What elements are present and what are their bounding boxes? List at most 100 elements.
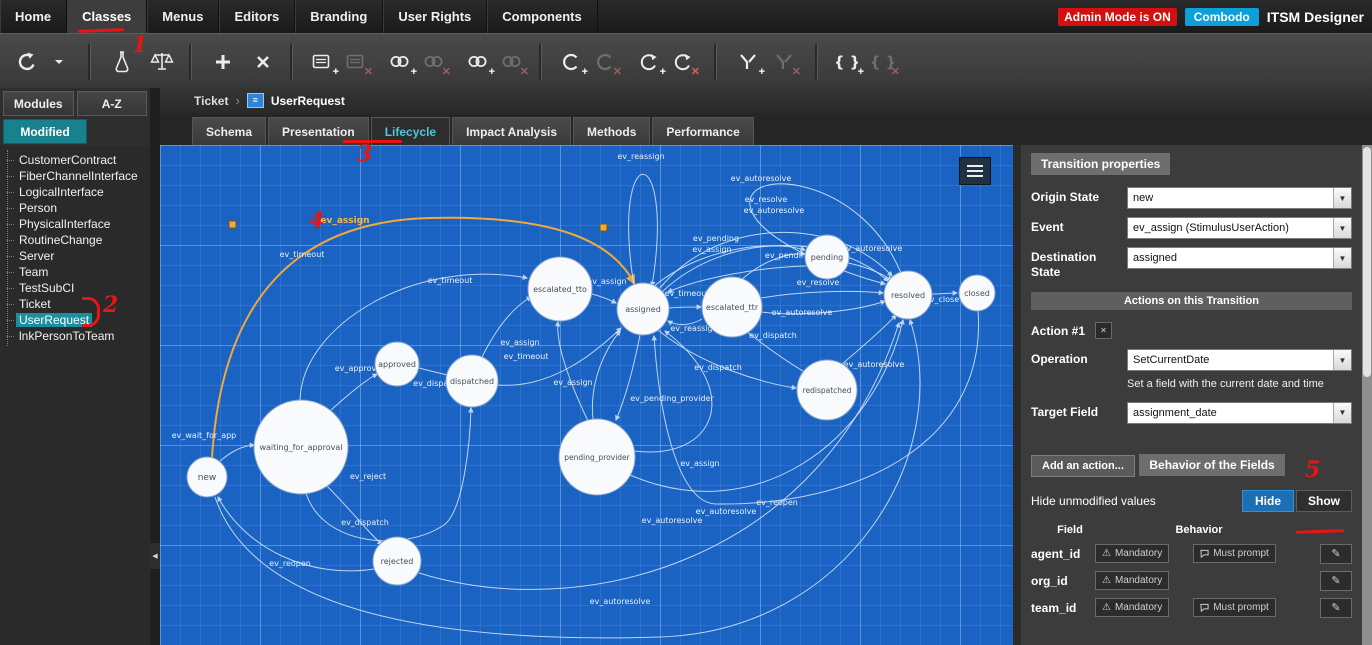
vertical-scrollbar[interactable]	[1362, 145, 1372, 645]
destination-state-select[interactable]: assigned▼	[1127, 247, 1352, 269]
nav-item-home[interactable]: Home	[0, 0, 67, 33]
state-escalated_ttr[interactable]: escalated_ttr	[702, 277, 762, 337]
svg-text:approved: approved	[378, 360, 416, 369]
undo-options-icon[interactable]	[44, 43, 74, 81]
state-escalated_tto[interactable]: escalated_tto	[528, 257, 592, 321]
edit-field-button[interactable]: ✎	[1320, 571, 1352, 591]
sidebar-item-ticket[interactable]: Ticket	[0, 296, 150, 312]
edge-handle[interactable]	[600, 224, 607, 231]
tab-methods[interactable]: Methods	[573, 117, 650, 145]
scrollbar-thumb[interactable]	[1363, 147, 1371, 377]
add-filter-icon[interactable]: +	[733, 43, 763, 81]
transition-edge-ev_approve[interactable]	[330, 374, 377, 411]
state-pending[interactable]: pending	[805, 235, 849, 279]
edit-field-button[interactable]: ✎	[1320, 544, 1352, 564]
diagram-menu-button[interactable]	[959, 157, 991, 185]
transition-edge-ev_assign[interactable]	[634, 331, 712, 452]
edit-field-button[interactable]: ✎	[1320, 598, 1352, 618]
brand-badge[interactable]: Combodo	[1185, 8, 1259, 26]
sidebar-item-routinechange[interactable]: RoutineChange	[0, 232, 150, 248]
hide-button[interactable]: Hide	[1242, 490, 1294, 512]
sidebar-tab-az[interactable]: A-Z	[77, 91, 148, 116]
sidebar-item-fiberchannelinterface[interactable]: FiberChannelInterface	[0, 168, 150, 184]
transition-edge-ev_resolve[interactable]	[761, 291, 883, 298]
sidebar-item-logicalinterface[interactable]: LogicalInterface	[0, 184, 150, 200]
tab-performance[interactable]: Performance	[652, 117, 753, 145]
badge-must-prompt[interactable]: Must prompt	[1193, 598, 1276, 617]
badge-mandatory[interactable]: ⚠Mandatory	[1095, 598, 1169, 617]
event-select[interactable]: ev_assign (StimulusUserAction)▼	[1127, 217, 1352, 239]
actions-on-transition-bar: Actions on this Transition	[1031, 292, 1352, 310]
sidebar-item-physicalinterface[interactable]: PhysicalInterface	[0, 216, 150, 232]
transition-edge-ev_assign[interactable]	[592, 294, 616, 303]
state-new[interactable]: new	[187, 457, 227, 497]
add-external-key-icon[interactable]: +	[463, 43, 493, 81]
lifecycle-canvas[interactable]: ev_assignev_wait_for_appev_timeoutev_app…	[160, 145, 1013, 645]
state-closed[interactable]: closed	[959, 275, 995, 311]
nav-item-menus[interactable]: Menus	[147, 0, 219, 33]
state-approved[interactable]: approved	[375, 342, 419, 386]
add-class-icon[interactable]	[208, 43, 238, 81]
origin-state-select[interactable]: new▼	[1127, 187, 1352, 209]
sidebar-item-lnkpersontoteam[interactable]: lnkPersonToTeam	[0, 328, 150, 344]
transition-edge-ev_reject[interactable]	[326, 485, 382, 544]
target-field-select[interactable]: assignment_date ▼	[1127, 402, 1352, 424]
badge-mandatory[interactable]: ⚠Mandatory	[1095, 571, 1169, 590]
undo-icon[interactable]	[12, 43, 42, 81]
transition-edge-ev_autoresolve[interactable]	[842, 315, 896, 364]
nav-item-editors[interactable]: Editors	[219, 0, 295, 33]
nav-item-branding[interactable]: Branding	[295, 0, 383, 33]
transition-edge-ev_timeout[interactable]	[669, 307, 701, 308]
operation-select[interactable]: SetCurrentDate ▼	[1127, 349, 1352, 371]
state-resolved[interactable]: resolved	[884, 271, 932, 319]
badge-mandatory[interactable]: ⚠Mandatory	[1095, 544, 1169, 563]
tab-impact-analysis[interactable]: Impact Analysis	[452, 117, 571, 145]
svg-text:{ }: { }	[836, 53, 858, 71]
transition-edge-ev_pending_provider[interactable]	[616, 335, 640, 420]
nav-item-components[interactable]: Components	[487, 0, 597, 33]
nav-item-user-rights[interactable]: User Rights	[383, 0, 487, 33]
target-field-label: Target Field	[1031, 402, 1127, 420]
add-transition-icon[interactable]: +	[634, 43, 664, 81]
sidebar-item-team[interactable]: Team	[0, 264, 150, 280]
delete-transition-icon[interactable]: ✕	[668, 43, 698, 81]
add-relation-icon[interactable]: +	[385, 43, 415, 81]
state-dispatched[interactable]: dispatched	[446, 355, 498, 407]
transition-edge-ev_wait_for_app[interactable]	[220, 445, 254, 461]
breadcrumb-item[interactable]: UserRequest	[271, 94, 345, 108]
compare-icon[interactable]	[147, 43, 177, 81]
add-action-button[interactable]: Add an action...	[1031, 455, 1135, 477]
sidebar-item-customercontract[interactable]: CustomerContract	[0, 152, 150, 168]
state-rejected[interactable]: rejected	[373, 537, 421, 585]
add-field-icon[interactable]: +	[307, 43, 337, 81]
sidebar-tab-modules[interactable]: Modules	[3, 91, 74, 116]
x-badge-icon: ✕	[613, 67, 622, 78]
sidebar-item-server[interactable]: Server	[0, 248, 150, 264]
badge-must-prompt[interactable]: Must prompt	[1193, 544, 1276, 563]
prop-row-destination-state: Destination Stateassigned▼	[1031, 247, 1352, 280]
sidebar-item-person[interactable]: Person	[0, 200, 150, 216]
sidebar-item-userrequest[interactable]: UserRequest	[0, 312, 150, 328]
edge-label: ev_assign	[587, 277, 626, 286]
state-waiting_for_approval[interactable]: waiting_for_approval	[254, 400, 348, 494]
delete-class-icon[interactable]	[248, 43, 278, 81]
add-method-icon[interactable]: { }+	[832, 43, 862, 81]
warning-icon: ⚠	[1102, 549, 1111, 559]
transition-edge-ev_reassign[interactable]	[629, 174, 658, 286]
collapse-sidebar-button[interactable]: ◀	[150, 543, 160, 569]
edge-handle[interactable]	[229, 221, 236, 228]
state-redispatched[interactable]: redispatched	[797, 360, 857, 420]
transition-edge-ev_timeout[interactable]	[482, 297, 531, 357]
sidebar-item-testsubci[interactable]: TestSubCI	[0, 280, 150, 296]
add-state-icon[interactable]: +	[556, 43, 586, 81]
state-assigned[interactable]: assigned	[617, 283, 669, 335]
sidebar-tab-modified[interactable]: Modified	[3, 119, 87, 144]
breadcrumb-item[interactable]: Ticket	[194, 94, 228, 108]
transition-edge-ev_autoresolve[interactable]	[848, 263, 892, 280]
state-pending_provider[interactable]: pending_provider	[559, 419, 635, 495]
show-button[interactable]: Show	[1296, 490, 1352, 512]
transition-edge-ev_close[interactable]	[932, 293, 957, 294]
transition-edge-ev_assign[interactable]	[592, 331, 620, 419]
tab-schema[interactable]: Schema	[192, 117, 266, 145]
remove-action-button[interactable]: ✕	[1095, 322, 1112, 339]
